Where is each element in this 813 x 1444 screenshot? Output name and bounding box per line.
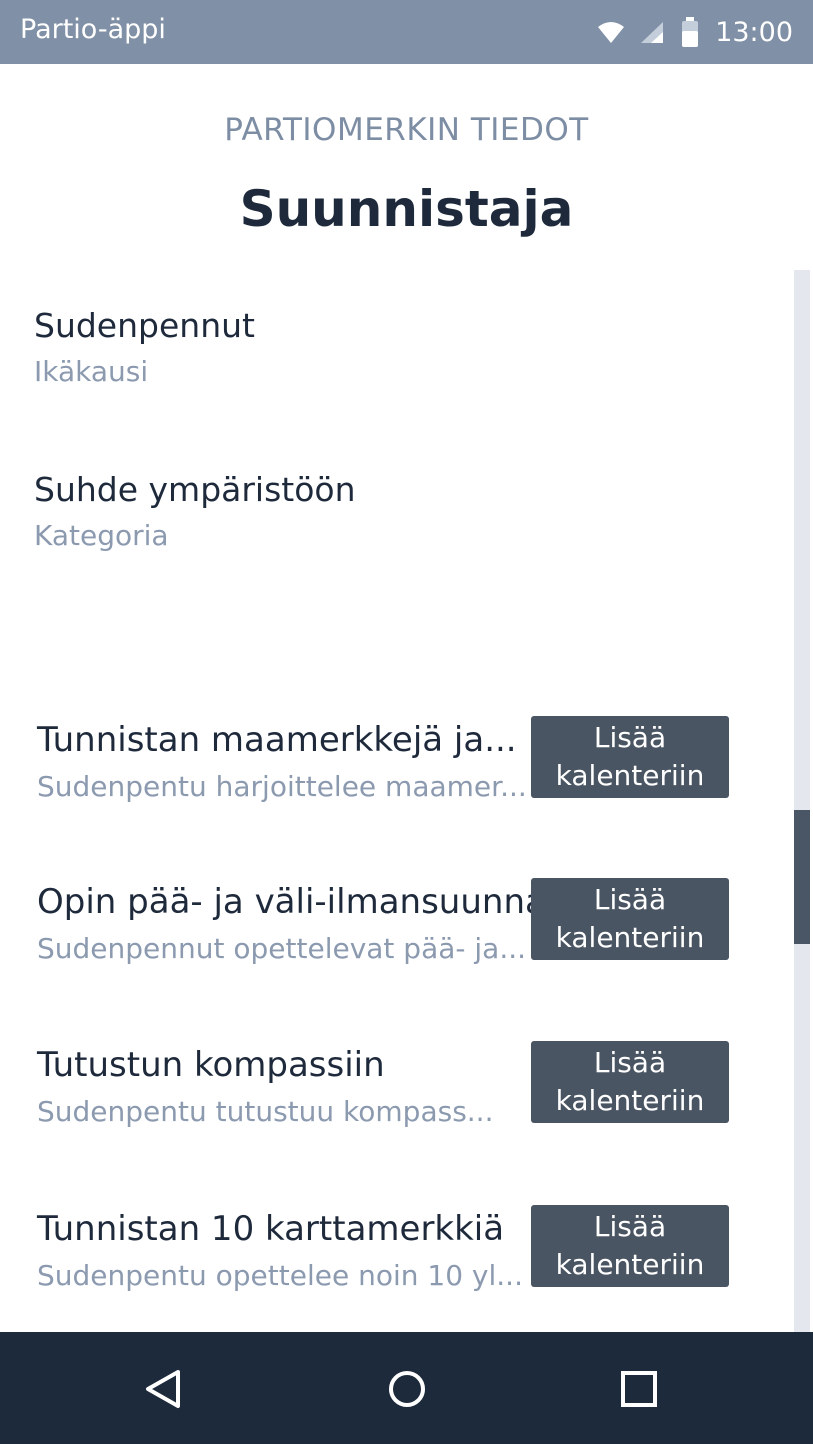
navigation-bar — [0, 1332, 813, 1444]
add-to-calendar-button[interactable]: Lisää kalenteriin — [531, 1205, 729, 1287]
home-icon[interactable] — [384, 1366, 430, 1412]
age-group-info: Sudenpennut Ikäkausi — [34, 306, 255, 388]
task-item[interactable]: Tunnistan maamerkkejä ja... Sudenpentu h… — [37, 716, 737, 804]
task-item[interactable]: Tunnistan 10 karttamerkkiä Sudenpentu op… — [37, 1205, 737, 1293]
category-info: Suhde ympäristöön Kategoria — [34, 470, 356, 552]
category-value: Suhde ympäristöön — [34, 470, 356, 509]
add-to-calendar-button[interactable]: Lisää kalenteriin — [531, 1041, 729, 1123]
task-description: Sudenpentu tutustuu kompass... — [37, 1095, 494, 1128]
task-title: Tunnistan 10 karttamerkkiä — [37, 1209, 505, 1249]
task-title: Tunnistan maamerkkejä ja... — [37, 720, 517, 760]
task-description: Sudenpentu harjoittelee maamer... — [37, 770, 527, 803]
battery-icon — [681, 17, 699, 47]
task-item[interactable]: Opin pää- ja väli-ilmansuunnat Sudenpenn… — [37, 878, 737, 966]
age-group-label: Ikäkausi — [34, 355, 149, 388]
age-group-value: Sudenpennut — [34, 306, 255, 345]
task-description: Sudenpennut opettelevat pää- ja... — [37, 932, 527, 965]
status-icons: 13:00 — [597, 14, 793, 50]
wifi-icon — [597, 20, 625, 44]
page-subtitle: PARTIOMERKIN TIEDOT — [224, 112, 589, 148]
task-description: Sudenpentu opettelee noin 10 yl... — [37, 1259, 523, 1292]
add-to-calendar-button[interactable]: Lisää kalenteriin — [531, 716, 729, 798]
task-item[interactable]: Tutustun kompassiin Sudenpentu tutustuu … — [37, 1041, 737, 1129]
status-bar: Partio-äppi 13:00 — [0, 0, 813, 64]
page-title: Suunnistaja — [239, 180, 574, 238]
category-label: Kategoria — [34, 519, 169, 552]
clock: 13:00 — [715, 16, 793, 48]
scrollbar-thumb[interactable] — [794, 810, 810, 944]
signal-icon — [639, 20, 664, 44]
task-title: Opin pää- ja väli-ilmansuunnat — [37, 882, 560, 922]
back-icon[interactable] — [140, 1366, 186, 1412]
task-title: Tutustun kompassiin — [37, 1045, 385, 1085]
app-title: Partio-äppi — [20, 14, 166, 45]
scrollbar-track[interactable] — [794, 270, 810, 1348]
add-to-calendar-button[interactable]: Lisää kalenteriin — [531, 878, 729, 960]
recents-icon[interactable] — [616, 1366, 662, 1412]
